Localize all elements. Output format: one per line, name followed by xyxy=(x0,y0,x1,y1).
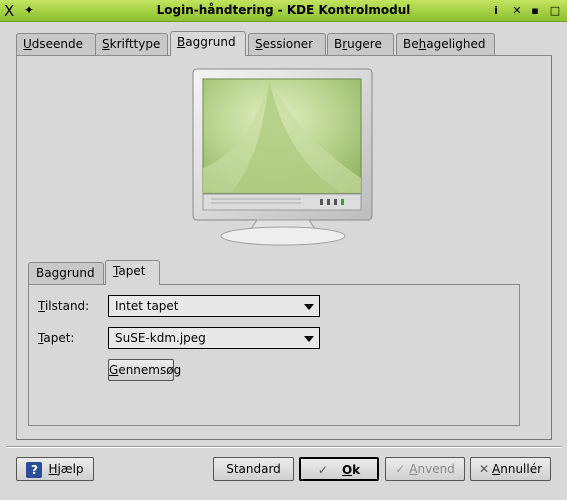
state-label-text: ilstand: xyxy=(44,299,90,313)
wallpaper-value: SuSE-kdm.jpeg xyxy=(115,331,206,345)
browse-text: ennemsøg xyxy=(118,363,182,377)
ok-button[interactable]: ✓ Ok xyxy=(299,457,379,481)
check-icon: ✓ xyxy=(395,462,406,476)
browse-button[interactable]: Gennemsøg xyxy=(108,359,181,381)
cancel-button[interactable]: ✕ Annullér xyxy=(470,457,551,481)
inner-tab-tapet[interactable]: Tapet xyxy=(105,260,160,285)
separator xyxy=(6,446,561,448)
check-icon: ✓ xyxy=(317,463,328,477)
tab-brugere[interactable]: Brugere xyxy=(327,33,394,55)
cancel-x-icon: ✕ xyxy=(478,462,490,476)
chevron-down-icon xyxy=(304,304,314,310)
cancel-text: nnullér xyxy=(500,462,543,476)
default-button[interactable]: Standard xyxy=(213,457,294,481)
inner-tab-label: apet xyxy=(118,264,146,278)
inner-tab-baggrund[interactable]: Baggrund xyxy=(28,262,104,284)
help-button[interactable]: ? Hjælp xyxy=(16,457,94,481)
tab-label-accel: S xyxy=(102,37,110,51)
monitor-preview-icon xyxy=(192,68,373,246)
tab-label: B xyxy=(334,37,343,51)
apply-text: nvend xyxy=(417,462,455,476)
close-x-icon[interactable]: ✕ xyxy=(509,3,525,19)
minimize-icon[interactable]: ▪ xyxy=(527,3,543,19)
chevron-down-icon xyxy=(304,336,314,342)
help-question-icon: ? xyxy=(26,461,43,478)
wallpaper-combo[interactable]: SuSE-kdm.jpeg xyxy=(108,327,320,349)
title-bar[interactable]: X ✦ Login-håndtering - KDE Kontrolmodul … xyxy=(0,0,567,22)
state-value: Intet tapet xyxy=(115,299,179,313)
window-title: Login-håndtering - KDE Kontrolmodul xyxy=(156,3,411,17)
tab-skrifttype[interactable]: Skrifttype xyxy=(95,33,168,55)
tab-label-accel: U xyxy=(23,37,32,51)
wallpaper-label: Tapet: xyxy=(38,331,74,345)
info-icon[interactable]: i xyxy=(488,3,504,19)
cancel-accel: A xyxy=(492,462,501,476)
tab-label: krifttype xyxy=(109,37,161,51)
browse-accel: G xyxy=(109,363,119,377)
tab-label-accel: B xyxy=(177,35,186,49)
apply-button[interactable]: ✓ Anvend xyxy=(385,457,465,481)
maximize-icon[interactable]: □ xyxy=(547,3,563,19)
tab-label: dseende xyxy=(31,37,84,51)
tab-baggrund[interactable]: Baggrund xyxy=(170,31,246,56)
wallpaper-label-text: apet: xyxy=(43,331,75,345)
tab-behagelighed[interactable]: Behagelighed xyxy=(396,33,495,55)
state-combo[interactable]: Intet tapet xyxy=(108,295,320,317)
default-text: Standard xyxy=(226,462,281,476)
tab-label: Be xyxy=(403,37,419,51)
help-text: jælp xyxy=(57,462,84,476)
tab-label-accel: S xyxy=(255,37,263,51)
ok-text: k xyxy=(352,463,361,477)
inner-tab-label: Baggrund xyxy=(36,266,95,280)
tab-udseende[interactable]: Udseende xyxy=(16,33,96,55)
tab-label: ugere xyxy=(347,37,382,51)
ok-accel: O xyxy=(341,463,353,477)
tab-sessioner[interactable]: Sessioner xyxy=(248,33,326,55)
tab-label: aggrund xyxy=(185,35,236,49)
state-label-accel: T xyxy=(38,299,45,313)
state-label: Tilstand: xyxy=(38,299,89,313)
tab-label: agelighed xyxy=(426,37,486,51)
tab-label: essioner xyxy=(262,37,314,51)
